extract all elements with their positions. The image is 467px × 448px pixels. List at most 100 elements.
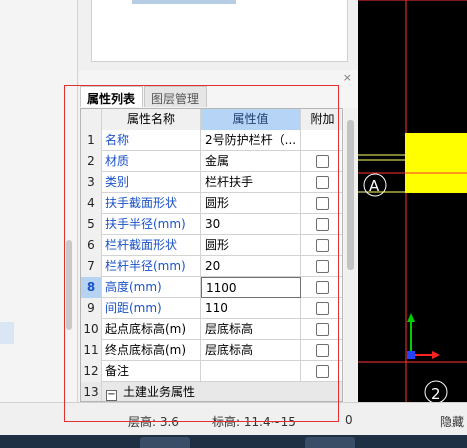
extra-checkbox[interactable] [316, 197, 329, 210]
taskbar-item-1[interactable] [140, 437, 190, 448]
status-value: 0 [345, 413, 353, 427]
property-value[interactable]: 20 [201, 256, 301, 277]
extra-cell [301, 214, 342, 235]
tab-layer-management[interactable]: 图层管理 [144, 86, 207, 107]
property-value-input[interactable]: 1100 [201, 277, 301, 298]
property-panel: × 属性列表 图层管理 属性名称 属性值 附加 1 名称 2号防护栏杆（... 2 材质… [79, 70, 358, 402]
extra-checkbox[interactable] [316, 155, 329, 168]
table-row[interactable]: 11 终点底标高(m) 层底标高 [81, 340, 342, 361]
top-panel-highlight [132, 0, 236, 4]
top-panel-content [91, 0, 348, 62]
extra-checkbox[interactable] [316, 344, 329, 357]
top-panel [79, 0, 358, 70]
property-value[interactable]: 30 [201, 214, 301, 235]
property-name: 终点底标高(m) [102, 340, 201, 361]
header-name: 属性名称 [102, 109, 201, 130]
row-number: 2 [81, 151, 102, 172]
status-bar: 层高: 3.6 标高: 11.4~15 0 隐藏 [0, 402, 467, 435]
header-value: 属性值 [201, 109, 301, 130]
row-number: 11 [81, 340, 102, 361]
row-number: 6 [81, 235, 102, 256]
grid-scrollbar[interactable] [344, 108, 357, 402]
extra-cell [301, 235, 342, 256]
property-name: 材质 [102, 151, 201, 172]
grid-scrollbar-thumb[interactable] [347, 120, 354, 270]
row-number: 3 [81, 172, 102, 193]
extra-checkbox[interactable] [316, 176, 329, 189]
group-row[interactable]: 13− 土建业务属性 [81, 382, 342, 401]
row-number: 12 [81, 361, 102, 382]
property-name: 类别 [102, 172, 201, 193]
row-number: 10 [81, 319, 102, 340]
left-selected-item[interactable] [0, 322, 14, 344]
extra-cell [301, 319, 342, 340]
property-value[interactable]: 2号防护栏杆（... [201, 130, 301, 151]
extra-checkbox[interactable] [316, 239, 329, 252]
extra-cell [301, 151, 342, 172]
table-row[interactable]: 1 名称 2号防护栏杆（... [81, 130, 342, 151]
extra-checkbox[interactable] [316, 281, 329, 294]
table-row[interactable]: 5 扶手半径(mm) 30 [81, 214, 342, 235]
table-row[interactable]: 6 栏杆截面形状 圆形 [81, 235, 342, 256]
table-row[interactable]: 10 起点底标高(m) 层底标高 [81, 319, 342, 340]
property-name: 栏杆半径(mm) [102, 256, 201, 277]
property-name: 备注 [102, 361, 201, 382]
property-name: 扶手半径(mm) [102, 214, 201, 235]
table-row[interactable]: 2 材质 金属 [81, 151, 342, 172]
table-row[interactable]: 7 栏杆半径(mm) 20 [81, 256, 342, 277]
collapse-icon[interactable]: − [106, 390, 117, 401]
property-value[interactable]: 层底标高 [201, 340, 301, 361]
taskbar-item-2[interactable] [305, 437, 355, 448]
table-row[interactable]: 4 扶手截面形状 圆形 [81, 193, 342, 214]
tab-bar: 属性列表 图层管理 [79, 86, 358, 107]
axis-a-label: A [369, 177, 380, 195]
extra-cell [301, 361, 342, 382]
row-number: 1 [81, 130, 102, 151]
railing-element[interactable] [405, 133, 467, 193]
header-extra: 附加 [301, 109, 342, 130]
property-name: 高度(mm) [102, 277, 201, 298]
cad-viewport[interactable]: A 2 [358, 0, 467, 402]
extra-checkbox[interactable] [316, 302, 329, 315]
extra-checkbox[interactable] [316, 365, 329, 378]
table-row[interactable]: 9 间距(mm) 110 [81, 298, 342, 319]
axis-2-label: 2 [431, 385, 441, 402]
extra-checkbox[interactable] [316, 323, 329, 336]
row-number: 4 [81, 193, 102, 214]
extra-cell [301, 172, 342, 193]
property-value[interactable]: 110 [201, 298, 301, 319]
property-value[interactable]: 圆形 [201, 235, 301, 256]
property-name: 扶手截面形状 [102, 193, 201, 214]
extra-cell [301, 298, 342, 319]
table-row[interactable]: 3 类别 栏杆扶手 [81, 172, 342, 193]
property-value[interactable]: 栏杆扶手 [201, 172, 301, 193]
row-number: 7 [81, 256, 102, 277]
tab-property-list[interactable]: 属性列表 [80, 86, 143, 107]
close-icon[interactable]: × [343, 72, 352, 83]
status-floor-height: 层高: 3.6 [128, 415, 179, 429]
property-value[interactable]: 圆形 [201, 193, 301, 214]
table-row[interactable]: 8 高度(mm) 1100 [81, 277, 342, 298]
group-label: 土建业务属性 [123, 385, 196, 399]
group-cell: − 土建业务属性 [102, 382, 342, 401]
status-hide-toggle[interactable]: 隐藏 [440, 413, 464, 430]
row-number: 13 [81, 382, 102, 401]
extra-checkbox[interactable] [316, 218, 329, 231]
left-scrollbar-thumb[interactable] [66, 240, 72, 330]
extra-cell [301, 130, 342, 151]
property-name: 名称 [102, 130, 201, 151]
gizmo-z-origin [407, 351, 415, 359]
extra-checkbox[interactable] [316, 260, 329, 273]
grid-header-row: 属性名称 属性值 附加 [81, 109, 342, 130]
extra-cell [301, 256, 342, 277]
property-value[interactable] [201, 361, 301, 382]
taskbar [0, 435, 467, 448]
viewport-drawing: A 2 [358, 0, 467, 402]
table-row[interactable]: 12 备注 [81, 361, 342, 382]
property-value[interactable]: 层底标高 [201, 319, 301, 340]
header-num-cell [81, 109, 102, 130]
property-name: 栏杆截面形状 [102, 235, 201, 256]
property-name: 起点底标高(m) [102, 319, 201, 340]
property-value[interactable]: 金属 [201, 151, 301, 172]
property-name: 间距(mm) [102, 298, 201, 319]
